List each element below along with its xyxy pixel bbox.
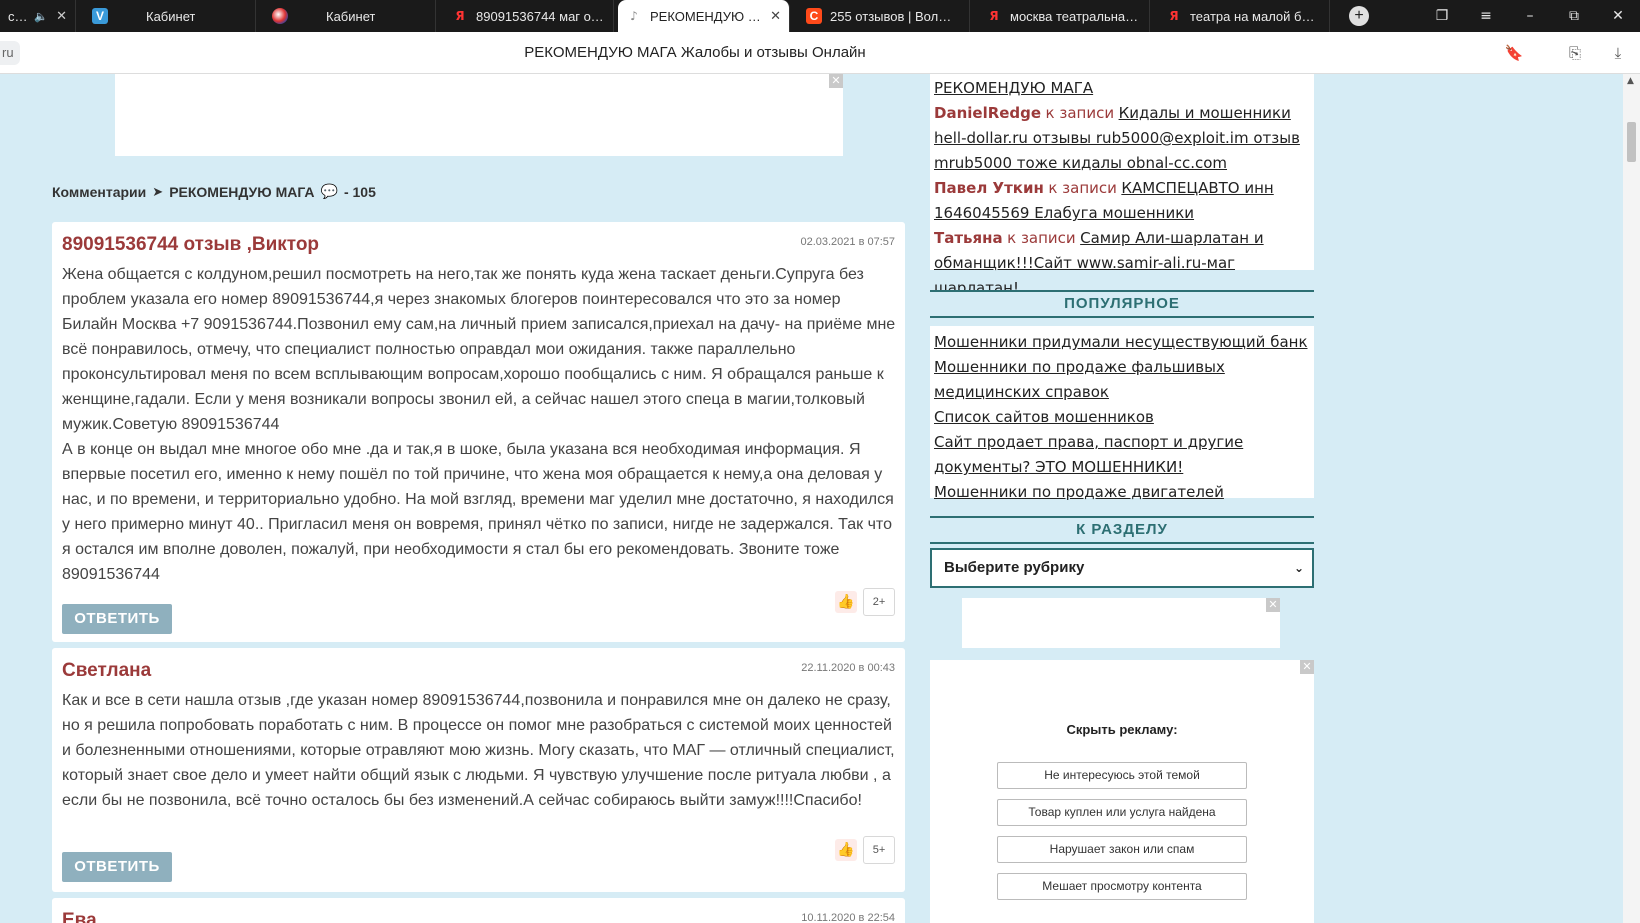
recent-item: Павел Уткин к записи КАМСПЕЦАВТО инн 164…: [930, 176, 1314, 226]
hide-ad-option[interactable]: Товар куплен или услуга найдена: [997, 799, 1247, 826]
comment-text: Как и все в сети нашла отзыв ,где указан…: [62, 692, 895, 809]
comments-bubble-icon: 💬: [320, 184, 338, 200]
yandex-icon: Я: [455, 9, 465, 23]
breadcrumb-label: Комментарии: [52, 184, 147, 200]
comment-date: 02.03.2021 в 07:57: [800, 236, 895, 248]
browser-tab-bar: се пе 🔈 ✕ V Кабинет Кабинет Я 8909153674…: [0, 0, 1640, 32]
popular-link[interactable]: Мошенники придумали несуществующий банк: [934, 333, 1308, 351]
comment-card: Светлана 22.11.2020 в 00:43 Как и все в …: [52, 648, 905, 892]
yandex-icon: Я: [1169, 9, 1179, 23]
comment-count: - 105: [343, 184, 376, 200]
new-tab-plus-icon[interactable]: +: [1349, 6, 1369, 26]
breadcrumb: Комментарии ➤ РЕКОМЕНДУЮ МАГА 💬 - 105: [52, 184, 376, 200]
hide-ad-option[interactable]: Мешает просмотру контента: [997, 873, 1247, 900]
reply-button[interactable]: ОТВЕТИТЬ: [62, 852, 172, 882]
vote-count: 5+: [863, 836, 895, 864]
recent-comments: РЕКОМЕНДУЮ МАГА DanielRedge к записи Кид…: [930, 74, 1314, 297]
tab-1[interactable]: се пе 🔈 ✕: [0, 0, 76, 32]
tab-2[interactable]: V Кабинет: [84, 0, 256, 32]
vote-widget: 👍 5+: [835, 836, 895, 864]
scroll-up-icon[interactable]: ▲: [1627, 76, 1634, 86]
recent-author: Татьяна: [934, 229, 1003, 247]
hide-ad-title: Скрыть рекламу:: [1066, 722, 1178, 737]
page-title[interactable]: РЕКОМЕНДУЮ МАГА Жалобы и отзывы Онлайн: [0, 32, 1390, 74]
section-select-value: Выберите рубрику: [944, 559, 1085, 576]
popular-heading: ПОПУЛЯРНОЕ: [930, 290, 1314, 318]
comment-text: Жена общается с колдуном,решил посмотрет…: [62, 266, 896, 583]
tab-title: Кабинет: [326, 8, 376, 24]
recent-k: к записи: [1045, 104, 1115, 122]
minimize-icon[interactable]: –: [1508, 0, 1552, 32]
ad-banner-top: ✕: [115, 74, 843, 156]
arrow-right-icon: ➤: [152, 184, 164, 200]
tab-4[interactable]: Я 89091536744 маг отзы: [444, 0, 614, 32]
popular-list: Мошенники придумали несуществующий банк …: [930, 326, 1314, 501]
vote-count: 2+: [863, 588, 895, 616]
comment-date: 22.11.2020 в 00:43: [801, 662, 895, 674]
ad-banner-small: ✕: [962, 598, 1280, 648]
popular-link[interactable]: Мошенники по продаже двигателей: [934, 483, 1224, 501]
tab-title: РЕКОМЕНДУЮ МАГ: [650, 8, 763, 24]
ad-close-icon[interactable]: ✕: [1266, 598, 1280, 612]
scrollbar-thumb[interactable]: [1627, 122, 1636, 162]
chevron-down-icon: ⌄: [1293, 561, 1304, 575]
comment-author[interactable]: Ева: [62, 910, 97, 923]
hide-ad-option[interactable]: Нарушает закон или спам: [997, 836, 1247, 863]
tab-title: театра на малой брон: [1190, 8, 1321, 24]
download-icon[interactable]: ⤓: [1607, 42, 1629, 64]
hide-ad-option[interactable]: Не интересуюсь этой темой: [997, 762, 1247, 789]
audio-icon: ♪: [630, 9, 638, 23]
address-bar: ru РЕКОМЕНДУЮ МАГА Жалобы и отзывы Онлай…: [0, 32, 1640, 74]
popular-link[interactable]: Мошенники по продаже фальшивых медицинск…: [934, 358, 1225, 401]
bookmark-icon[interactable]: 🔖: [1503, 42, 1525, 64]
vertical-scrollbar[interactable]: ▲: [1623, 74, 1640, 923]
breadcrumb-page: РЕКОМЕНДУЮ МАГА: [169, 184, 315, 200]
recent-k: к записи: [1048, 179, 1117, 197]
tab-5-active[interactable]: ♪ РЕКОМЕНДУЮ МАГ ✕: [618, 0, 790, 32]
c-logo-icon: C: [806, 8, 822, 24]
popular-link[interactable]: Список сайтов мошенников: [934, 408, 1154, 426]
ad-close-icon[interactable]: ✕: [1300, 660, 1314, 674]
comment-date: 10.11.2020 в 22:54: [801, 912, 895, 923]
comment-author[interactable]: 89091536744 отзыв ,Виктор: [62, 234, 319, 256]
ad-close-icon[interactable]: ✕: [829, 74, 843, 88]
recent-item: DanielRedge к записи Кидалы и мошенники …: [930, 101, 1314, 176]
section-heading: К РАЗДЕЛУ: [930, 516, 1314, 544]
v-logo-icon: V: [92, 8, 108, 24]
reply-button[interactable]: ОТВЕТИТЬ: [62, 604, 172, 634]
tab-title: се пе: [8, 8, 26, 24]
window-close-icon[interactable]: ✕: [1596, 0, 1640, 32]
close-icon[interactable]: ✕: [770, 8, 781, 24]
tab-title: Кабинет: [146, 8, 196, 24]
recent-author: Павел Уткин: [934, 179, 1044, 197]
restore-icon[interactable]: ⧉: [1552, 0, 1596, 32]
tab-7[interactable]: Я москва театральная н: [978, 0, 1150, 32]
comment-card: Ева 10.11.2020 в 22:54: [52, 898, 905, 923]
vote-widget: 👍 2+: [835, 588, 895, 616]
speaker-icon[interactable]: 🔈: [34, 10, 48, 23]
tab-3[interactable]: Кабинет: [264, 0, 436, 32]
comment-card: 89091536744 отзыв ,Виктор 02.03.2021 в 0…: [52, 222, 905, 642]
tab-8[interactable]: Я театра на малой брон: [1158, 0, 1330, 32]
collections-icon[interactable]: ⎘: [1564, 42, 1586, 64]
hide-ad-panel: ✕ Скрыть рекламу: Не интересуюсь этой те…: [930, 660, 1314, 923]
recent-k: к записи: [1007, 229, 1076, 247]
globe-icon: [272, 8, 288, 24]
tab-title: 89091536744 маг отзы: [476, 8, 605, 24]
tabs-list-icon[interactable]: ❐: [1420, 0, 1464, 32]
yandex-icon: Я: [989, 9, 999, 23]
thumbs-up-icon[interactable]: 👍: [835, 591, 857, 613]
tab-title: москва театральная н: [1010, 8, 1141, 24]
popular-link[interactable]: Сайт продает права, паспорт и другие док…: [934, 433, 1243, 476]
comment-author[interactable]: Светлана: [62, 660, 151, 682]
tab-6[interactable]: C 255 отзывов | Волшебн: [798, 0, 970, 32]
thumbs-up-icon[interactable]: 👍: [835, 839, 857, 861]
recent-link[interactable]: РЕКОМЕНДУЮ МАГА: [934, 79, 1093, 97]
page-content: ✕ Комментарии ➤ РЕКОМЕНДУЮ МАГА 💬 - 105 …: [0, 74, 1640, 923]
recent-author: DanielRedge: [934, 104, 1042, 122]
tab-title: 255 отзывов | Волшебн: [830, 8, 961, 24]
close-icon[interactable]: ✕: [56, 8, 67, 24]
menu-icon[interactable]: ≡: [1464, 0, 1508, 32]
section-select[interactable]: Выберите рубрику ⌄: [930, 548, 1314, 588]
